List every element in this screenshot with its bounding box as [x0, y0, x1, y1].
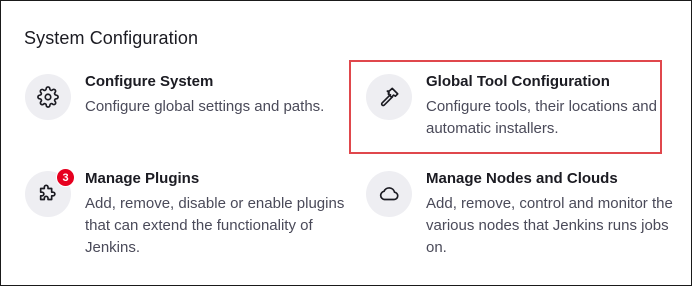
- configure-system-link[interactable]: Configure System Configure global settin…: [25, 73, 325, 120]
- highlight-annotation-box: [349, 60, 662, 154]
- section-title: System Configuration: [24, 28, 199, 48]
- configure-system-title: Configure System: [85, 73, 214, 90]
- manage-nodes-description-line-3: on.: [426, 239, 447, 256]
- manage-nodes-description-line-1: Add, remove, control and monitor the: [426, 195, 673, 212]
- manage-nodes-description-line-2: various nodes that Jenkins runs jobs: [426, 217, 669, 234]
- manage-plugins-icon-circle: 3: [25, 168, 75, 217]
- manage-plugins-description: Add, remove, disable or enable plugins t…: [85, 193, 344, 259]
- gear-icon: [37, 86, 59, 108]
- manage-plugins-link[interactable]: 3 Manage Plugins Add, remove, disable or…: [25, 168, 344, 259]
- manage-plugins-description-line-1: Add, remove, disable or enable plugins: [85, 195, 345, 212]
- puzzle-piece-icon: [39, 184, 56, 201]
- manage-nodes-and-clouds-title: Manage Nodes and Clouds: [426, 170, 618, 187]
- manage-nodes-icon-circle: [366, 171, 412, 217]
- cloud-icon: [379, 187, 399, 201]
- manage-plugins-description-line-2: that can extend the functionality of: [85, 217, 313, 234]
- system-configuration-panel: System Configuration Configure System Co…: [0, 0, 692, 286]
- manage-plugins-description-line-3: Jenkins.: [85, 239, 141, 256]
- manage-nodes-and-clouds-link[interactable]: Manage Nodes and Clouds Add, remove, con…: [366, 170, 673, 259]
- configure-system-description: Configure global settings and paths.: [85, 98, 325, 115]
- manage-nodes-and-clouds-description: Add, remove, control and monitor the var…: [426, 193, 673, 259]
- updates-count-badge: 3: [56, 168, 75, 187]
- configure-system-icon-circle: [25, 74, 71, 120]
- manage-plugins-title: Manage Plugins: [85, 170, 200, 187]
